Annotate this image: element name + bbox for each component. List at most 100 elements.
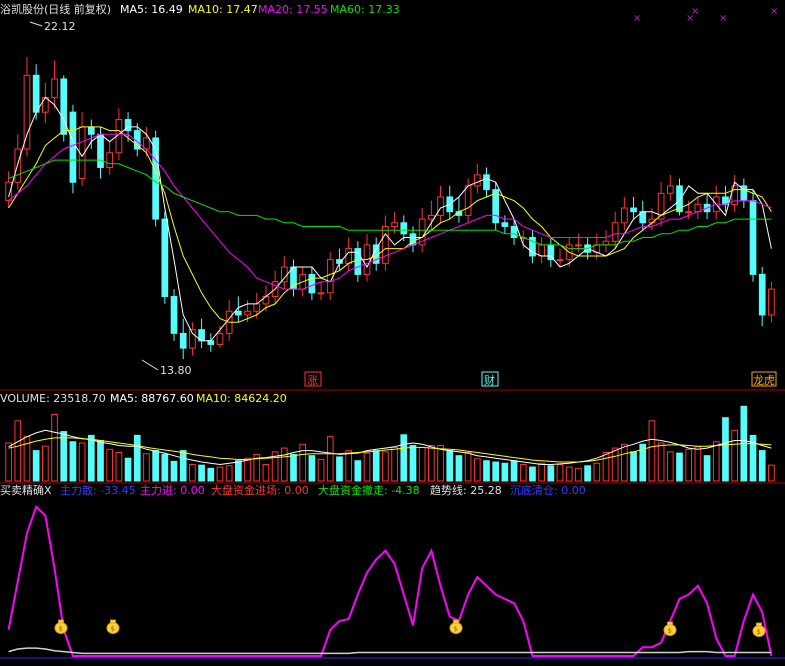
candle-body xyxy=(473,174,481,187)
low-price-pointer xyxy=(141,359,159,371)
volume-bar xyxy=(143,453,150,482)
volume-bar xyxy=(280,447,288,482)
volume-bar xyxy=(602,452,610,482)
volume-bar xyxy=(400,434,408,482)
candle-body xyxy=(630,207,637,213)
tag-longhu[interactable]: 龙虎 xyxy=(753,374,775,387)
volume-bar xyxy=(317,458,325,482)
candle-body xyxy=(556,259,564,262)
volume-bar xyxy=(42,445,49,482)
svg-text:×: × xyxy=(633,13,641,24)
candle-body xyxy=(464,185,472,216)
candle-body xyxy=(207,340,215,345)
ma20-readout: MA20: 17.55 xyxy=(258,3,328,16)
volume-bar xyxy=(428,445,435,482)
volume-bar xyxy=(556,464,564,482)
candle-body xyxy=(106,152,114,168)
candle-body xyxy=(87,126,95,135)
volume-bar xyxy=(124,457,132,482)
candle-body xyxy=(32,74,40,113)
candle-body xyxy=(308,273,316,294)
volume-bar xyxy=(519,464,527,482)
volume-bar xyxy=(510,460,518,482)
volume-bar xyxy=(529,466,536,482)
candle-body xyxy=(161,218,169,298)
volume-bar xyxy=(722,417,729,482)
indicator-dapan-che: 大盘资金撤走: -4.38 xyxy=(318,483,420,497)
volume-bar xyxy=(354,460,362,482)
volume-bar xyxy=(446,450,454,482)
volume-bar xyxy=(133,434,141,482)
indicator-zhulijin: 主力进: 0.00 xyxy=(140,484,205,497)
candle-body xyxy=(23,74,31,150)
volume-bar xyxy=(189,464,196,482)
volume-bar xyxy=(584,465,591,482)
high-price-pointer xyxy=(29,21,43,27)
volume-bar xyxy=(538,462,545,482)
ma60-readout: MA60: 17.33 xyxy=(330,3,400,16)
stock-chart: 浴凯股份(日线 前复权) MA5: 16.49 MA10: 17.47 MA20… xyxy=(0,2,785,659)
candle-body xyxy=(611,222,619,242)
volume-bar xyxy=(648,420,656,482)
volume-bar xyxy=(768,464,775,482)
candle-body xyxy=(510,225,518,239)
candle-body xyxy=(253,303,261,312)
volume-bar xyxy=(216,466,224,482)
volume-bar xyxy=(235,460,242,482)
money-bag-icon: $ xyxy=(752,622,766,637)
candle-body xyxy=(768,288,775,316)
tag-zhang[interactable]: 涨 xyxy=(307,374,318,387)
volume-bar xyxy=(14,420,22,482)
candle-body xyxy=(758,273,766,316)
volume-bar xyxy=(731,429,738,482)
candle-body xyxy=(345,248,352,264)
indicator-dapan-jin: 大盘资金进场: 0.00 xyxy=(211,483,309,497)
volume-bar xyxy=(161,453,169,482)
volume-ma10-readout: MA10: 84624.20 xyxy=(196,392,287,405)
volume-ma-line-ma5 xyxy=(8,429,772,466)
volume-bar xyxy=(575,467,582,482)
indicator-zhulisan: 主力散: -33.45 xyxy=(60,483,136,497)
price-title: 浴凯股份(日线 前复权) xyxy=(0,2,111,16)
candle-body xyxy=(42,96,49,113)
volume-bar xyxy=(372,450,380,482)
volume-bar xyxy=(244,457,251,482)
volume-bar xyxy=(345,450,352,482)
candle-body xyxy=(382,225,389,264)
volume-bar xyxy=(290,453,297,482)
candle-body xyxy=(235,310,242,316)
ma5-readout: MA5: 16.49 xyxy=(120,3,183,16)
tag-cai[interactable]: 财 xyxy=(484,373,495,387)
svg-text:$: $ xyxy=(668,627,672,635)
candle-body xyxy=(216,332,224,345)
candle-body xyxy=(244,310,251,316)
indicator-qushi: 趋势线: 25.28 xyxy=(430,483,502,497)
candle-body xyxy=(547,244,555,261)
volume-bar xyxy=(152,450,159,482)
candle-body xyxy=(483,174,490,191)
ma-line-ma20 xyxy=(8,133,772,290)
volume-bar xyxy=(60,431,68,482)
volume-bar xyxy=(326,436,334,482)
high-price-label: 22.12 xyxy=(44,20,76,33)
ma-line-ma60 xyxy=(8,159,772,250)
volume-bar xyxy=(694,446,702,482)
volume-bar xyxy=(336,456,343,482)
volume-bar xyxy=(437,445,444,482)
candle-body xyxy=(69,111,77,183)
volume-bar xyxy=(409,445,417,482)
candle-body xyxy=(666,185,674,194)
svg-text:×: × xyxy=(691,6,699,17)
indicator-huanchang: 沉底清仓: 0.00 xyxy=(510,483,586,497)
svg-text:$: $ xyxy=(111,625,115,633)
candle-body xyxy=(179,332,187,349)
volume-bar xyxy=(363,452,371,482)
volume-bar xyxy=(51,414,58,482)
volume-bar xyxy=(492,461,500,482)
volume-bar xyxy=(611,447,619,482)
volume-bar xyxy=(547,465,555,482)
volume-bar xyxy=(593,462,601,482)
volume-bar xyxy=(5,442,12,482)
svg-text:×: × xyxy=(719,13,727,24)
volume-readout: VOLUME: 23518.70 xyxy=(0,392,106,405)
